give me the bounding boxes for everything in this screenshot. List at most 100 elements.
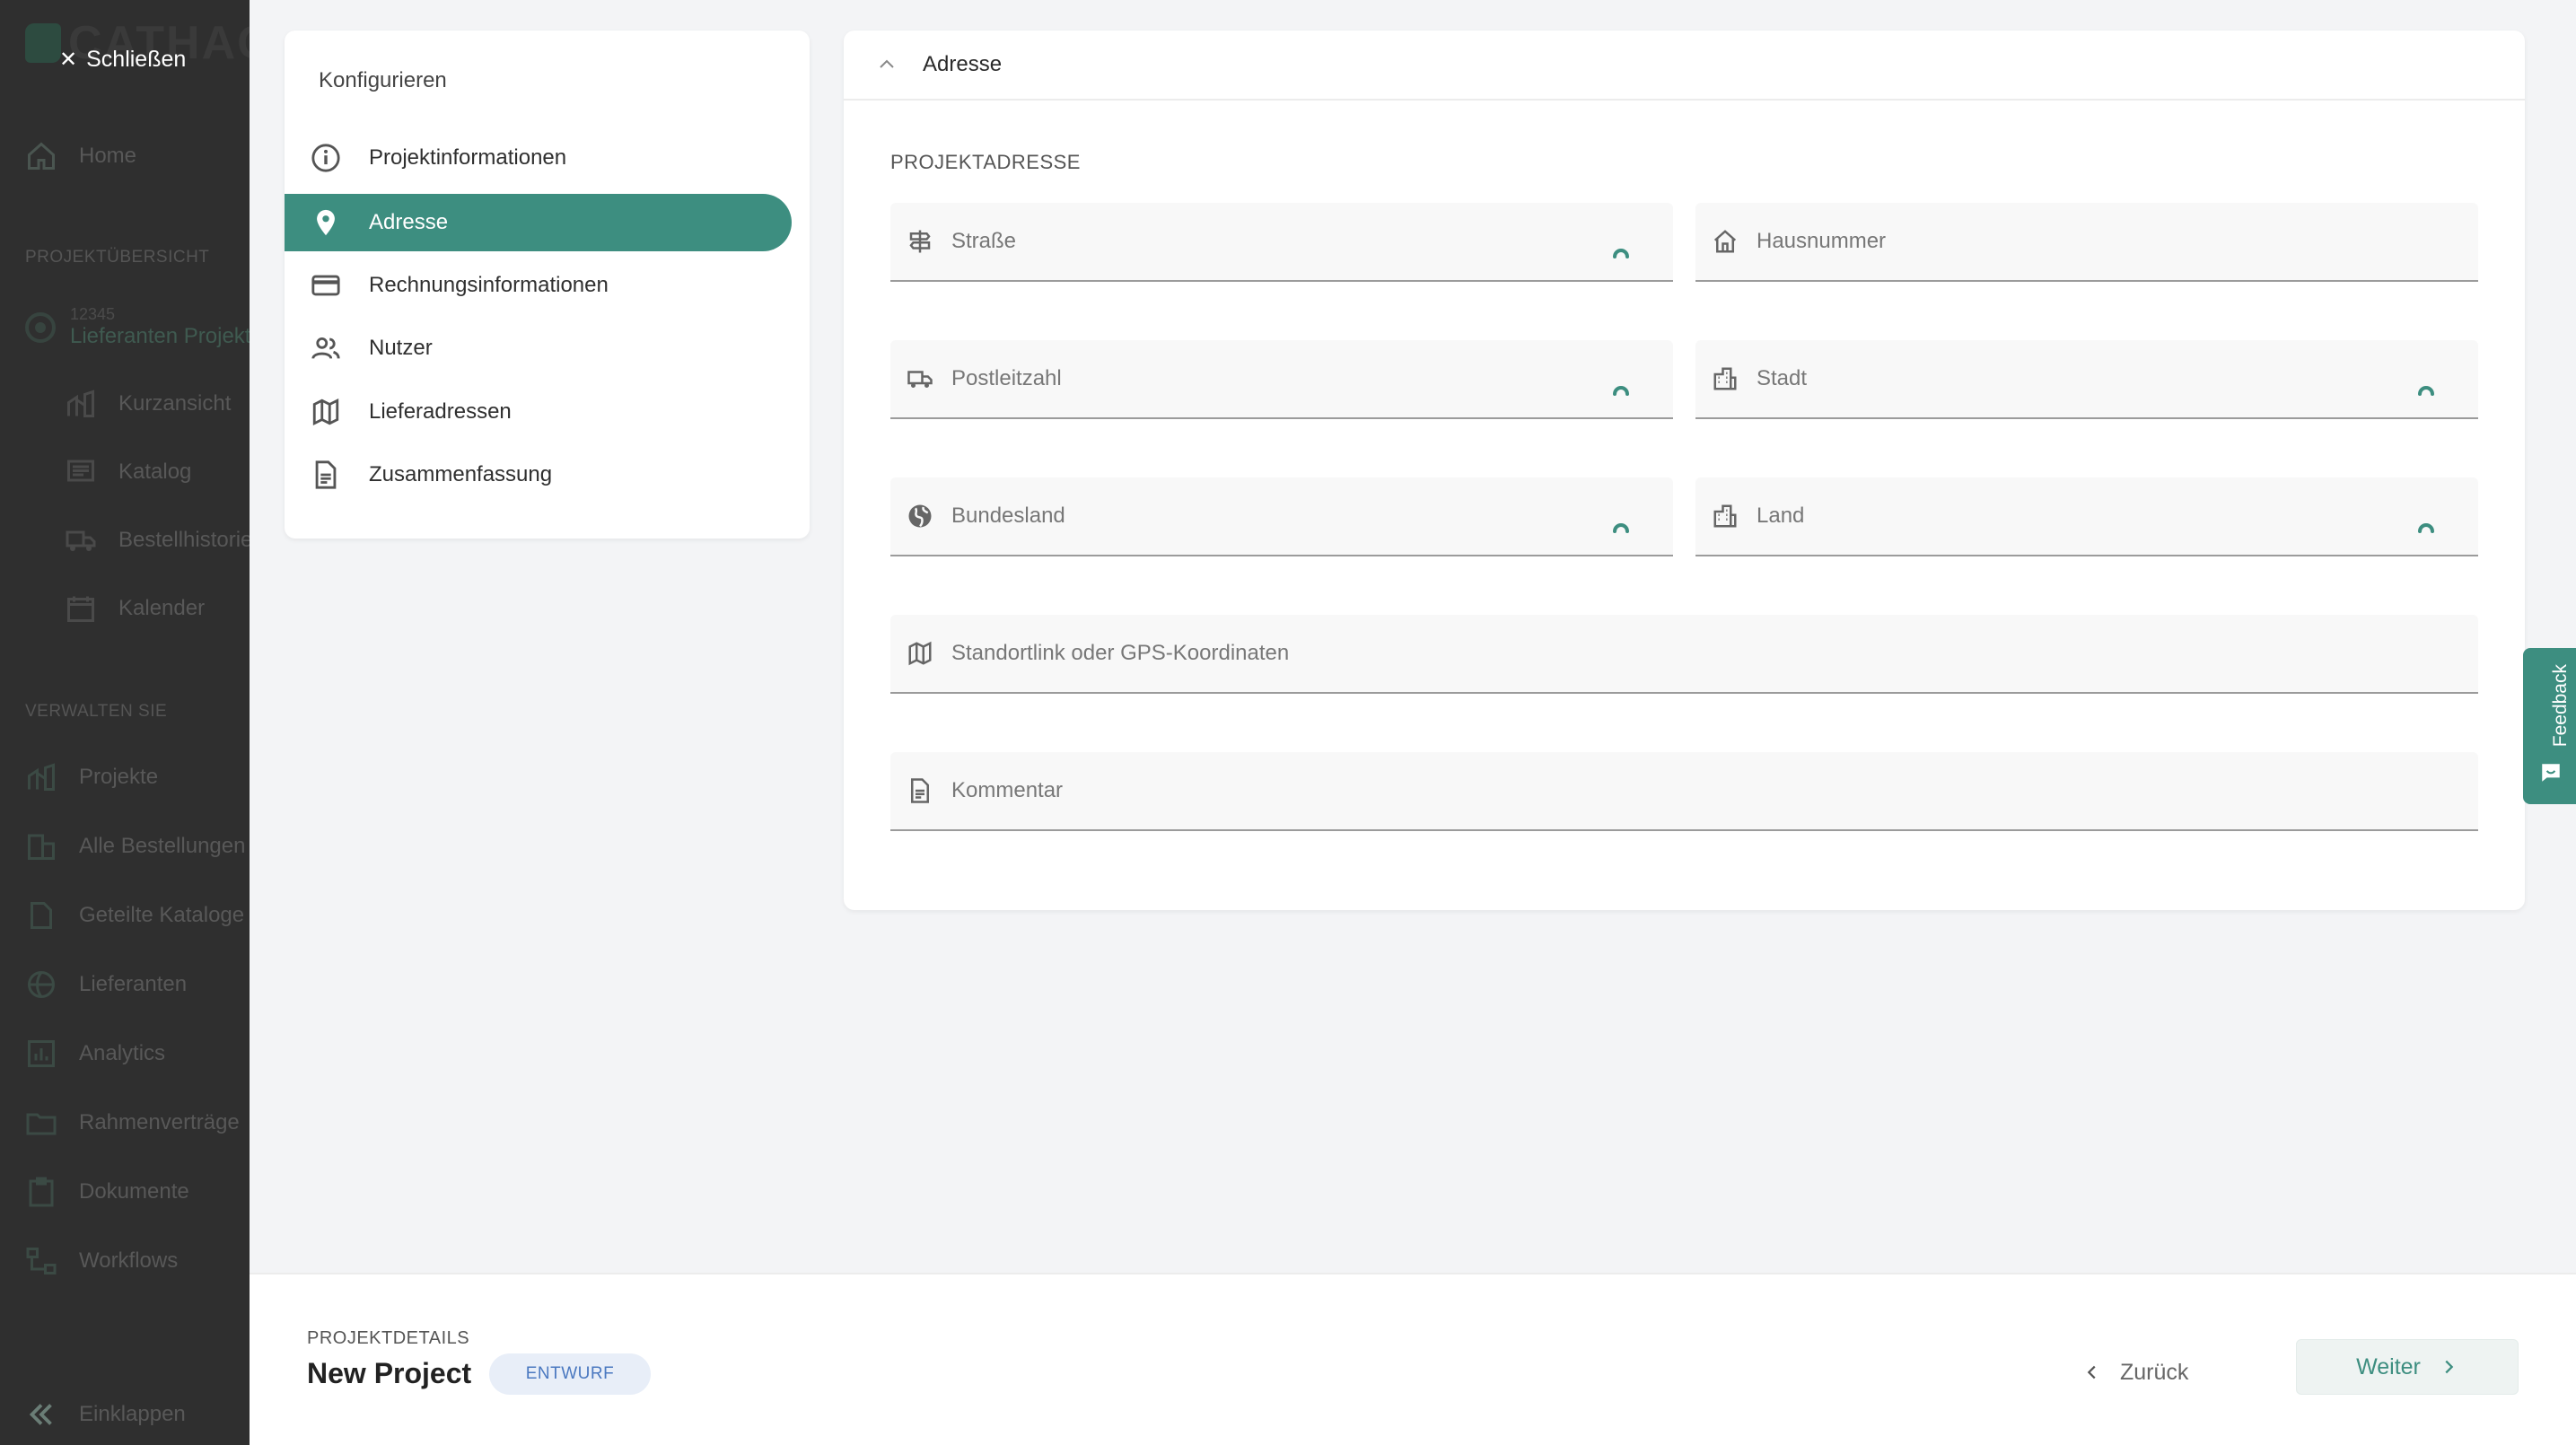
chevron-right-icon (2445, 1360, 2454, 1374)
city-field[interactable]: Stadt (1695, 340, 2478, 419)
sidebar-item-bestellungen[interactable]: Alle Bestellungen (25, 830, 245, 863)
house-number-field[interactable]: Hausnummer (1695, 203, 2478, 282)
sidebar-item-rahmenvertraege[interactable]: Rahmenverträge (25, 1107, 240, 1139)
collapse-sidebar-button[interactable]: Einklappen (25, 1398, 186, 1431)
project-number: 12345 (70, 305, 116, 323)
next-label: Weiter (2356, 1353, 2421, 1379)
comment-field[interactable]: Kommentar (890, 752, 2478, 831)
step-label: Rechnungsinformationen (369, 273, 609, 297)
sidebar-item-lieferanten[interactable]: Lieferanten (25, 968, 187, 1001)
project-status-icon (25, 311, 56, 343)
sidebar-item-label: Geteilte Kataloge (79, 903, 245, 927)
city-placeholder: Stadt (1757, 366, 1808, 390)
postal-code-placeholder: Postleitzahl (951, 366, 1062, 390)
list-icon (67, 460, 94, 482)
signpost-icon (907, 228, 933, 255)
comment-placeholder: Kommentar (951, 778, 1064, 802)
sidebar-item-label: Kurzansicht (118, 391, 232, 416)
buildings-icon (28, 834, 55, 860)
country-field[interactable]: Land (1695, 477, 2478, 556)
loading-spinner-icon (1613, 249, 1629, 258)
globe-icon (907, 503, 933, 530)
calendar-icon (67, 596, 94, 622)
sidebar-item-label: Bestellhistorie (118, 528, 250, 552)
sidebar-item-katalog[interactable]: Katalog (65, 456, 191, 488)
street-field[interactable]: Straße (890, 203, 1673, 282)
logo-mark-icon (25, 23, 61, 63)
close-icon: ✕ (59, 48, 78, 72)
postal-code-field[interactable]: Postleitzahl (890, 340, 1673, 419)
country-placeholder: Land (1757, 504, 1805, 528)
feedback-tab[interactable]: Feedback (2523, 648, 2576, 804)
project-details-label: PROJEKTDETAILS (307, 1328, 470, 1348)
back-button[interactable]: Zurück (2082, 1352, 2188, 1393)
project-name: Lieferanten Projekt (70, 324, 250, 348)
sidebar-item-kataloge[interactable]: Geteilte Kataloge (25, 899, 244, 932)
chart-icon (28, 763, 55, 791)
sidebar-item-analytics[interactable]: Analytics (25, 1038, 165, 1070)
state-placeholder: Bundesland (951, 504, 1065, 528)
next-button[interactable]: Weiter (2296, 1339, 2519, 1395)
feedback-label: Feedback (2550, 664, 2571, 748)
sidebar-item-projekte[interactable]: Projekte (25, 761, 158, 793)
step-label: Adresse (369, 210, 449, 234)
close-button[interactable]: ✕ Schließen (59, 47, 186, 73)
sidebar-item-label: Dokumente (79, 1179, 189, 1204)
city-buildings-icon (1712, 503, 1739, 530)
sidebar-item-label: Kalender (118, 596, 206, 620)
bottom-bar: PROJEKTDETAILS New Project ENTWURF Zurüc… (250, 1273, 2576, 1445)
state-field[interactable]: Bundesland (890, 477, 1673, 556)
loading-spinner-icon (2418, 386, 2434, 396)
sidebar-item-label: Katalog (118, 460, 192, 484)
sidebar: CATHAG ✕ Schließen Home PROJEKTÜBERSICHT… (0, 0, 250, 1445)
step-adresse[interactable]: Adresse (285, 194, 792, 251)
workflow-icon (26, 1248, 57, 1274)
sidebar-item-dokumente[interactable]: Dokumente (25, 1176, 189, 1208)
back-label: Zurück (2120, 1359, 2189, 1385)
chevron-up-icon[interactable] (876, 54, 898, 75)
address-panel: Adresse PROJEKTADRESSE Straße Hausnummer… (844, 31, 2525, 910)
loading-spinner-icon (1613, 386, 1629, 396)
sidebar-item-label: Home (79, 144, 137, 168)
step-zusammenfassung[interactable]: Zusammenfassung (285, 446, 792, 504)
sidebar-current-project[interactable]: 12345 Lieferanten Projekt (25, 305, 250, 349)
sidebar-item-workflows[interactable]: Workflows (25, 1245, 178, 1277)
sidebar-item-label: Alle Bestellungen (79, 834, 246, 858)
close-label: Schließen (86, 47, 187, 72)
folder-icon (26, 1113, 57, 1135)
document-icon (31, 902, 52, 929)
document-icon (310, 459, 342, 491)
loading-spinner-icon (1613, 523, 1629, 533)
chart-icon (67, 390, 94, 417)
section-title: PROJEKTADRESSE (890, 151, 1081, 173)
sidebar-item-label: Projekte (79, 765, 159, 789)
location-link-field[interactable]: Standortlink oder GPS-Koordinaten (890, 615, 2478, 694)
step-rechnungsinformationen[interactable]: Rechnungsinformationen (285, 257, 792, 314)
map-icon (907, 640, 933, 667)
step-label: Lieferadressen (369, 399, 512, 424)
step-label: Zusammenfassung (369, 462, 553, 486)
configure-card: Konfigurieren Projektinformationen Adres… (285, 31, 810, 539)
sidebar-item-kurzansicht[interactable]: Kurzansicht (65, 388, 231, 420)
users-icon (310, 332, 342, 364)
map-icon (310, 396, 342, 428)
step-lieferadressen[interactable]: Lieferadressen (285, 383, 792, 441)
step-label: Projektinformationen (369, 145, 567, 170)
house-icon (1712, 228, 1739, 255)
analytics-icon (28, 1040, 55, 1067)
status-badge: ENTWURF (489, 1353, 651, 1395)
house-number-placeholder: Hausnummer (1757, 229, 1887, 253)
step-projektinformationen[interactable]: Projektinformationen (285, 129, 792, 187)
loading-spinner-icon (2418, 523, 2434, 533)
document-icon (907, 777, 933, 804)
step-nutzer[interactable]: Nutzer (285, 320, 792, 377)
sidebar-item-bestellhistorie[interactable]: Bestellhistorie (65, 524, 250, 556)
sidebar-item-kalender[interactable]: Kalender (65, 592, 205, 625)
location-link-placeholder: Standortlink oder GPS-Koordinaten (951, 641, 1290, 665)
double-chevron-left-icon (29, 1404, 52, 1425)
address-panel-header[interactable]: Adresse (844, 31, 2525, 101)
step-label: Nutzer (369, 336, 433, 360)
sidebar-item-home[interactable]: Home (25, 140, 136, 172)
project-title: New Project (307, 1357, 472, 1389)
home-icon (28, 142, 55, 170)
